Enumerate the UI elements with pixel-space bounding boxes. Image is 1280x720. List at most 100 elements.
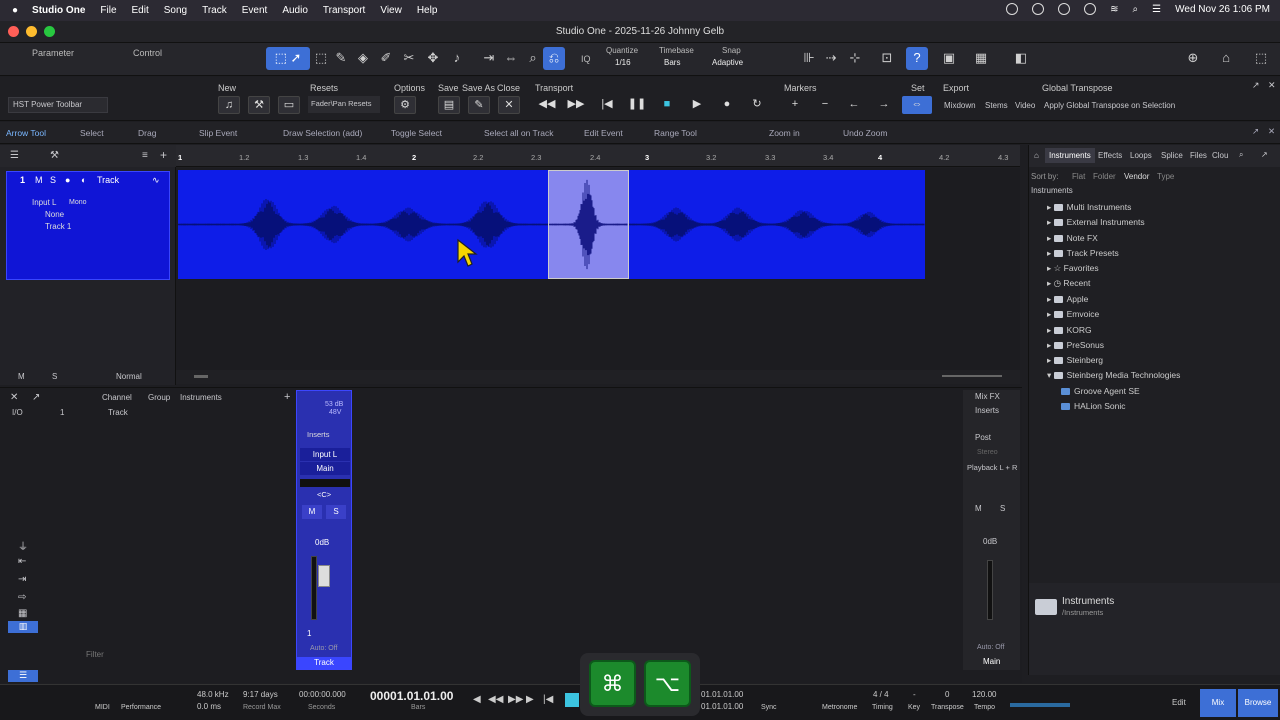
browser-item[interactable]: Groove Agent SE: [1061, 386, 1140, 396]
browser-item[interactable]: ▸ Steinberg: [1047, 355, 1103, 366]
tool-toggle-select[interactable]: Toggle Select: [391, 128, 442, 138]
forward-fast-icon[interactable]: ▶▶: [508, 694, 523, 705]
zoom-slider[interactable]: [942, 375, 1002, 377]
stems-button[interactable]: Stems: [985, 101, 1008, 110]
prev-marker-icon[interactable]: ←: [843, 96, 865, 114]
expand-icon[interactable]: ↗: [1261, 150, 1268, 159]
playback-select[interactable]: Playback L + R: [967, 463, 1017, 472]
status-icon[interactable]: [1084, 3, 1097, 15]
menu-icon[interactable]: ≡: [142, 150, 148, 161]
split-tool-icon[interactable]: ✥: [422, 47, 444, 70]
automation-mode[interactable]: Auto: Off: [310, 645, 338, 652]
menu-event[interactable]: Event: [242, 5, 268, 16]
scroll-thumb[interactable]: [194, 375, 208, 378]
gear-icon[interactable]: ⚙: [394, 96, 416, 114]
selected-audio-event[interactable]: [548, 170, 629, 279]
bars-display[interactable]: 00001.01.01.00: [370, 689, 453, 703]
bars-icon[interactable]: ⇨: [18, 592, 26, 603]
tool-range[interactable]: Range Tool: [654, 128, 697, 138]
return-start-icon[interactable]: |◀: [543, 694, 553, 705]
solo-all-button[interactable]: S: [52, 372, 57, 381]
next-marker-icon[interactable]: →: [873, 96, 895, 114]
menu-transport[interactable]: Transport: [323, 5, 365, 16]
browser-item[interactable]: HALion Sonic: [1061, 401, 1126, 411]
close-window-button[interactable]: [8, 26, 19, 37]
pan-knob[interactable]: [300, 479, 350, 487]
mute-button[interactable]: M: [302, 505, 322, 519]
rewind-icon[interactable]: ◀: [473, 694, 481, 705]
automation-icon[interactable]: ∿: [152, 175, 160, 186]
add-track-icon[interactable]: +: [160, 148, 167, 162]
quantize-value[interactable]: 1/16: [615, 58, 631, 67]
browser-item[interactable]: ▸ Note FX: [1047, 233, 1098, 244]
input-select[interactable]: Input L: [32, 198, 56, 207]
tempo-value[interactable]: 120.00: [972, 690, 996, 699]
solo-button[interactable]: S: [1000, 504, 1005, 513]
rewind-fast-icon[interactable]: ◀◀: [488, 694, 503, 705]
browser-item[interactable]: ▸ ☆ Favorites: [1047, 263, 1099, 274]
timebase-value[interactable]: Bars: [664, 58, 680, 67]
browser-item[interactable]: ▸ Multi Instruments: [1047, 202, 1131, 213]
volume-fader[interactable]: [318, 565, 330, 587]
tab-splice[interactable]: Splice: [1161, 151, 1183, 160]
record-icon[interactable]: ●: [716, 96, 738, 114]
inserts-label[interactable]: Inserts: [975, 406, 999, 415]
grid-icon[interactable]: ▦: [18, 608, 27, 619]
transpose-value[interactable]: 0: [945, 690, 949, 699]
keyboard-icon[interactable]: ▥: [8, 621, 38, 633]
stretch-icon[interactable]: ⇔: [500, 47, 522, 70]
tool-select-all-track[interactable]: Select all on Track: [484, 128, 553, 138]
minimize-window-button[interactable]: [26, 26, 37, 37]
close-icon[interactable]: ✕: [1268, 126, 1275, 137]
status-icon[interactable]: [1006, 3, 1019, 15]
apply-transpose-button[interactable]: Apply Global Transpose on Selection: [1044, 101, 1175, 110]
wrench-icon[interactable]: ⚒: [50, 150, 59, 161]
cloud-icon[interactable]: ⬚: [1250, 47, 1272, 70]
channel-name[interactable]: Track: [297, 657, 351, 669]
none-select[interactable]: None: [45, 210, 64, 219]
listen-tool-icon[interactable]: ♪: [446, 47, 468, 70]
link-icon[interactable]: ⇤: [18, 556, 26, 567]
browser-item[interactable]: ▸ Emvoice: [1047, 309, 1099, 320]
post-label[interactable]: Post: [975, 433, 991, 442]
tool-zoom-in[interactable]: Zoom in: [769, 128, 800, 138]
app-menu[interactable]: Studio One: [32, 5, 85, 16]
menu-audio[interactable]: Audio: [282, 5, 308, 16]
tool-slip-event[interactable]: Slip Event: [199, 128, 237, 138]
mute-button[interactable]: M: [975, 504, 982, 513]
menu-track[interactable]: Track: [202, 5, 227, 16]
sort-type[interactable]: Type: [1157, 172, 1174, 181]
list-view-icon[interactable]: ☰: [8, 670, 38, 682]
tab-effects[interactable]: Effects: [1098, 151, 1122, 160]
autoscroll-button[interactable]: ⎌: [543, 47, 565, 70]
browser-item[interactable]: ▸ PreSonus: [1047, 340, 1104, 351]
control-center-icon[interactable]: ☰: [1152, 4, 1161, 15]
output-select[interactable]: Main: [300, 462, 350, 475]
remove-marker-icon[interactable]: −: [814, 96, 836, 114]
eraser-tool-icon[interactable]: ◈: [352, 47, 374, 70]
sort-folder[interactable]: Folder: [1093, 172, 1116, 181]
video-button[interactable]: Video: [1015, 101, 1035, 110]
mute-button[interactable]: M: [35, 175, 43, 185]
snap-value[interactable]: Adaptive: [712, 58, 743, 67]
tool-edit-event[interactable]: Edit Event: [584, 128, 623, 138]
sort-vendor[interactable]: Vendor: [1124, 172, 1149, 181]
channel-list-item[interactable]: Track: [108, 408, 128, 417]
tab-cloud[interactable]: Clou: [1212, 151, 1228, 160]
home-icon[interactable]: ⌂: [1034, 151, 1039, 160]
browse-button[interactable]: Browse: [1238, 689, 1278, 717]
browser-item[interactable]: ▸ Track Presets: [1047, 248, 1119, 259]
sort-flat[interactable]: Flat: [1072, 172, 1085, 181]
preset-select[interactable]: HST Power Toolbar: [8, 97, 108, 113]
close-song-icon[interactable]: ✕: [498, 96, 520, 114]
zoom-window-button[interactable]: [44, 26, 55, 37]
new-song-icon[interactable]: ♫: [218, 96, 240, 114]
menu-view[interactable]: View: [380, 5, 402, 16]
list-icon[interactable]: ☰: [10, 150, 19, 161]
inserts-label[interactable]: Inserts: [307, 430, 330, 439]
folder-icon[interactable]: ▭: [278, 96, 300, 114]
pause-icon[interactable]: ❚❚: [626, 96, 648, 114]
expand-icon[interactable]: ↗: [32, 392, 40, 403]
help-icon[interactable]: ?: [906, 47, 928, 70]
expand-icon[interactable]: ↗: [1252, 80, 1260, 91]
